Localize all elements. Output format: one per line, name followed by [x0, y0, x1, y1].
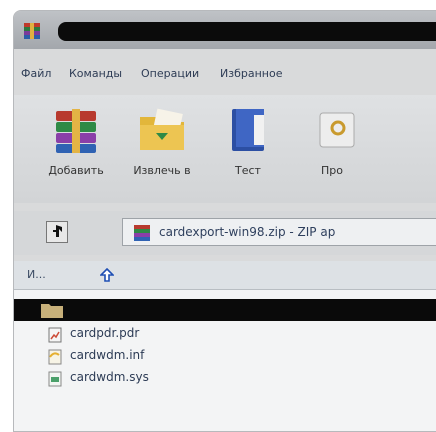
title-bar[interactable] [14, 11, 436, 49]
list-header[interactable]: И... [14, 261, 436, 290]
winrar-window: Файл Команды Операции Избранное Добавить [13, 10, 436, 432]
test-book-icon [222, 103, 274, 155]
view-button[interactable]: Про [294, 103, 370, 177]
inf-file-icon [48, 349, 62, 365]
up-arrow-icon [53, 225, 62, 237]
add-button[interactable]: Добавить [38, 103, 114, 177]
sys-file-icon [48, 371, 62, 387]
menu-commands[interactable]: Команды [69, 67, 122, 80]
list-item[interactable]: cardwdm.sys [14, 367, 436, 389]
test-button-label: Тест [235, 164, 261, 177]
window-title-redacted [58, 22, 436, 41]
view-button-label: Про [321, 164, 343, 177]
archive-path-text: cardexport-win98.zip - ZIP ар [159, 225, 336, 239]
file-name: cardwdm.inf [70, 348, 145, 362]
folder-icon [41, 304, 63, 318]
archive-path-field[interactable]: cardexport-win98.zip - ZIP ар [122, 218, 436, 246]
extract-to-button[interactable]: Извлечь в [124, 103, 200, 177]
menu-favorites[interactable]: Избранное [220, 67, 282, 80]
column-name-header[interactable]: И... [27, 268, 46, 281]
up-folder-button[interactable] [46, 221, 68, 243]
selected-row-redacted[interactable] [14, 299, 436, 321]
view-icon [306, 103, 358, 155]
pdr-file-icon [48, 327, 62, 343]
file-name: cardwdm.sys [70, 370, 149, 384]
file-name: cardpdr.pdr [70, 326, 140, 340]
menu-file[interactable]: Файл [21, 67, 51, 80]
list-item[interactable]: cardwdm.inf [14, 345, 436, 367]
winrar-app-icon[interactable] [22, 21, 42, 41]
extract-to-button-label: Извлечь в [133, 164, 191, 177]
list-item[interactable]: cardpdr.pdr [14, 323, 436, 345]
sort-up-icon[interactable] [100, 268, 114, 282]
toolbar: Добавить Извлечь в Тест Про [14, 95, 436, 203]
zip-archive-icon [134, 225, 150, 241]
file-list[interactable]: И... cardpdr.pdr cardwdm.inf cardwdm.sys [14, 261, 436, 431]
path-bar: cardexport-win98.zip - ZIP ар [14, 211, 436, 255]
menu-operations[interactable]: Операции [141, 67, 199, 80]
menu-bar: Файл Команды Операции Избранное [14, 61, 436, 87]
archive-add-icon [50, 103, 102, 155]
add-button-label: Добавить [48, 164, 104, 177]
test-button[interactable]: Тест [210, 103, 286, 177]
extract-folder-icon [136, 103, 188, 155]
